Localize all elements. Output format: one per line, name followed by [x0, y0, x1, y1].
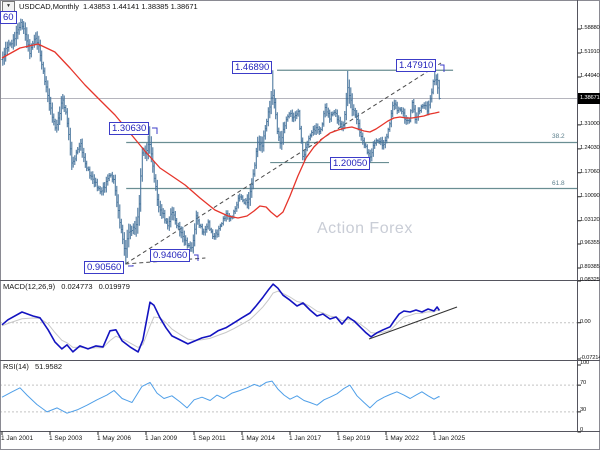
macd-main-line[interactable] — [2, 284, 439, 352]
current-price-badge: 1.38671 — [578, 93, 600, 104]
rsi-axis-label: 100 — [580, 360, 600, 366]
window-frame — [1, 1, 600, 450]
corner-price-label[interactable]: 60 — [0, 11, 17, 24]
rsi-value: 51.9582 — [35, 362, 62, 371]
macd-label-row: MACD(12,26,9) 0.024773 0.019979 — [3, 282, 134, 291]
price-axis-label: 1.03120 — [580, 217, 600, 223]
panel-separators — [0, 0, 600, 432]
ohlc-open-close-ticks — [1, 22, 440, 248]
price-axis-label: 1.17060 — [580, 169, 600, 175]
rsi-axis-label: 30 — [580, 407, 600, 413]
trading-chart-window: Action Forex ▼ USDCAD,Monthly 1.43853 1.… — [0, 0, 600, 450]
label-connector — [128, 265, 133, 266]
rsi-line[interactable] — [2, 381, 439, 413]
date-axis-label: 1 Sep 2011 — [193, 435, 226, 442]
label-connector — [194, 255, 198, 261]
date-axis-label: 1 Jan 2009 — [145, 435, 177, 442]
chart-title-row: ▼ USDCAD,Monthly 1.43853 1.44141 1.38385… — [2, 1, 198, 12]
price-label-1.20050[interactable]: 1.20050 — [330, 157, 370, 170]
price-label-1.47910[interactable]: 1.47910 — [396, 59, 436, 72]
price-axis-label: 1.10090 — [580, 193, 600, 199]
macd-panel[interactable] — [0, 284, 577, 352]
macd-name: MACD(12,26,9) — [3, 282, 55, 291]
price-axis-label: 1.44940 — [580, 73, 600, 79]
price-axis-label: 1.58880 — [580, 25, 600, 31]
price-axis-label: 1.31000 — [580, 121, 600, 127]
axis-ticks — [2, 29, 581, 435]
label-connector — [440, 65, 444, 72]
label-connector — [152, 128, 157, 134]
fib-ratio-label-38.2: 38.2 — [552, 133, 565, 140]
fib-ratio-label-61.8: 61.8 — [552, 180, 565, 187]
candlestick-chart[interactable] — [0, 0, 600, 450]
rsi-label-row: RSI(14) 51.9582 — [3, 362, 66, 371]
price-label-0.94060[interactable]: 0.94060 — [150, 249, 190, 262]
rsi-name: RSI(14) — [3, 362, 29, 371]
macd-value-signal: 0.019979 — [99, 282, 130, 291]
date-axis-label: 1 May 2006 — [97, 435, 131, 442]
price-label-1.30630[interactable]: 1.30630 — [109, 122, 149, 135]
dashed-main-trendline[interactable] — [125, 63, 441, 264]
price-axis-label: 1.24030 — [580, 145, 600, 151]
macd-value-main: 0.024773 — [61, 282, 92, 291]
rsi-axis-label: 0 — [580, 427, 600, 433]
date-axis-label: 1 Jan 2025 — [433, 435, 465, 442]
rsi-axis-label: 70 — [580, 380, 600, 386]
rsi-panel[interactable] — [0, 381, 577, 413]
price-axis-label: 1.51910 — [580, 49, 600, 55]
price-axis-label: 0.96355 — [580, 240, 600, 246]
date-axis-label: 1 Sep 2003 — [49, 435, 82, 442]
symbol-period-label: USDCAD,Monthly — [19, 2, 79, 11]
macd-axis-label: 0.00 — [580, 319, 600, 325]
macd-signal-line — [2, 291, 439, 348]
price-axis-label: 0.89385 — [580, 264, 600, 270]
ohlc-values: 1.43853 1.44141 1.38385 1.38671 — [83, 2, 198, 11]
date-axis-label: 1 Jan 2001 — [1, 435, 33, 442]
date-axis-label: 1 Sep 2019 — [337, 435, 370, 442]
price-label-1.46890[interactable]: 1.46890 — [232, 61, 272, 74]
date-axis-label: 1 Jan 2017 — [289, 435, 321, 442]
ohlc-bars[interactable] — [3, 19, 440, 264]
date-axis-label: 1 May 2014 — [241, 435, 275, 442]
date-axis-label: 1 May 2022 — [385, 435, 419, 442]
price-label-0.90560[interactable]: 0.90560 — [84, 261, 124, 274]
main-panel[interactable] — [0, 19, 577, 266]
macd-axis-label: 0.083255 — [580, 277, 600, 283]
